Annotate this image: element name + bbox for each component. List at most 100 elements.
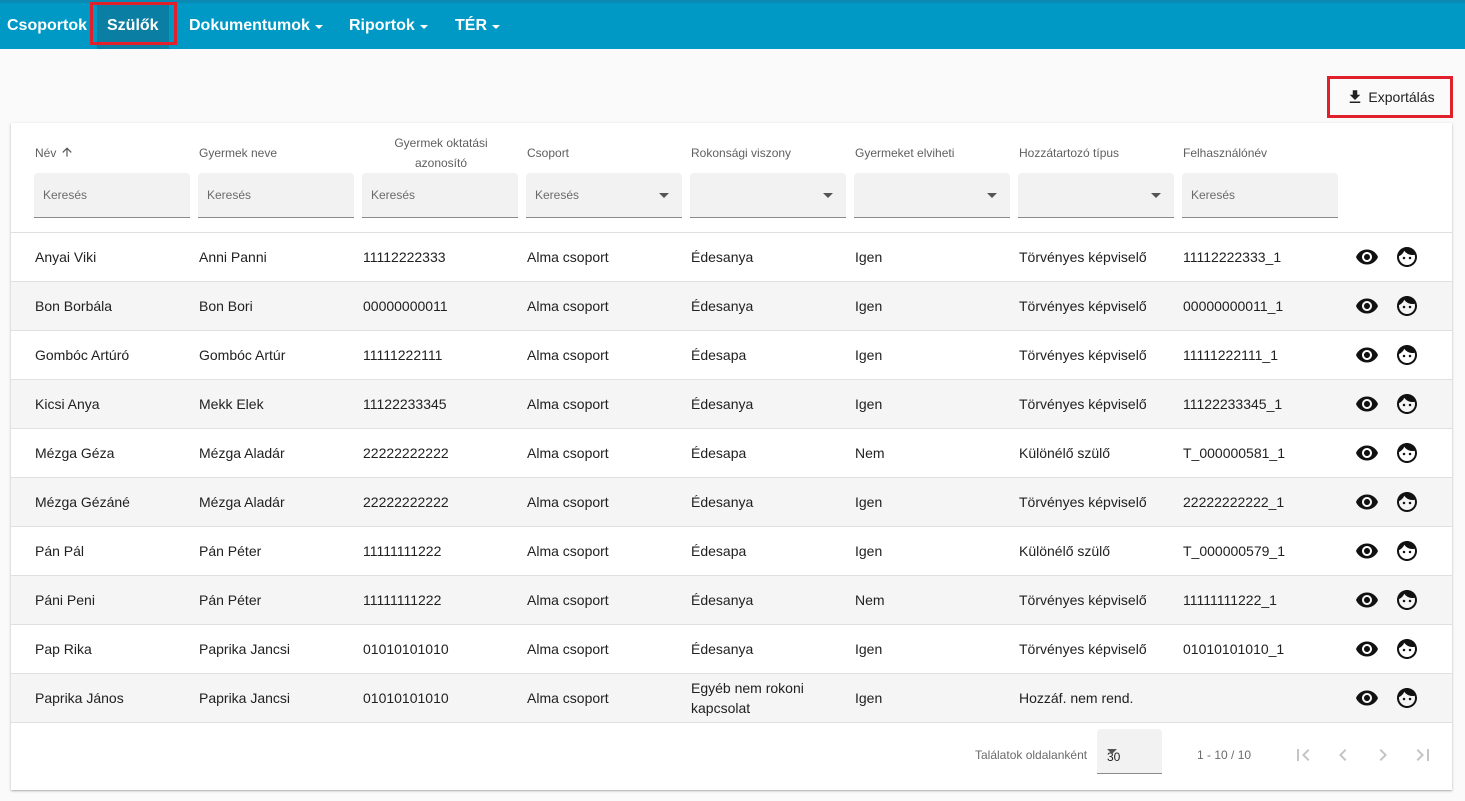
cell-rokonsagi-viszony: Édesapa (691, 445, 747, 461)
cell-rokonsagi-viszony: Édesanya (691, 641, 754, 657)
cell-hozzatartozo-tipus: Törvényes képviselő (1019, 396, 1147, 412)
cell-nev: Anyai Viki (35, 249, 97, 265)
filter-felhasznalonev-input[interactable] (1182, 173, 1338, 217)
eye-icon[interactable] (1355, 392, 1379, 416)
filter-gyermeket-elviheti-select[interactable] (854, 173, 1010, 218)
nav-item-riportok[interactable]: Riportok (339, 3, 438, 49)
filter-gyermek-neve-input[interactable] (198, 173, 354, 217)
face-icon[interactable] (1395, 637, 1419, 661)
filter-oktatasi-azonosito-input[interactable] (362, 173, 518, 217)
cell-felhasznalonev: 11111222111_1 (1183, 347, 1278, 363)
column-header-nev[interactable]: Név (35, 143, 74, 163)
cell-rokonsagi-viszony: Édesapa (691, 347, 747, 363)
column-header-csoport[interactable]: Csoport (527, 143, 569, 163)
nav-item-dokumentumok[interactable]: Dokumentumok (179, 3, 333, 49)
cell-oktatasi-azonosito: 22222222222 (363, 494, 449, 510)
filter-nev-input[interactable] (34, 173, 190, 217)
eye-icon[interactable] (1355, 686, 1379, 710)
eye-icon[interactable] (1355, 343, 1379, 367)
eye-icon[interactable] (1355, 539, 1379, 563)
cell-rokonsagi-viszony: Egyéb nem rokoni kapcsolat (691, 680, 804, 716)
cell-gyermek-neve: Anni Panni (199, 249, 267, 265)
filter-nev (34, 173, 190, 218)
cell-nev: Pap Rika (35, 641, 92, 657)
cell-hozzatartozo-tipus: Törvényes képviselő (1019, 249, 1147, 265)
cell-rokonsagi-viszony: Édesanya (691, 396, 754, 412)
dropdown-arrow-icon (1151, 193, 1161, 198)
face-icon[interactable] (1395, 441, 1419, 465)
cell-gyermek-neve: Bon Bori (199, 298, 253, 314)
face-icon[interactable] (1395, 245, 1419, 269)
next-page-icon[interactable] (1371, 743, 1395, 767)
cell-gyermeket-elviheti: Igen (855, 298, 883, 314)
column-header-rokonsagi-viszony[interactable]: Rokonsági viszony (691, 143, 791, 163)
column-header-oktatasi-azonosito[interactable]: Gyermek oktatási azonosító (363, 133, 519, 173)
cell-gyermek-neve: Mézga Aladár (199, 494, 285, 510)
cell-csoport: Alma csoport (527, 690, 609, 706)
cell-felhasznalonev: T_000000581_1 (1183, 445, 1285, 461)
cell-gyermeket-elviheti: Igen (855, 347, 883, 363)
filter-gyermek-neve (198, 173, 354, 218)
cell-gyermeket-elviheti: Igen (855, 690, 883, 706)
face-icon[interactable] (1395, 539, 1419, 563)
cell-felhasznalonev: T_000000579_1 (1183, 543, 1285, 559)
first-page-icon[interactable] (1291, 743, 1315, 767)
table-row[interactable]: Bon Borbála Bon Bori 00000000011 Alma csopo… (11, 282, 1452, 331)
face-icon[interactable] (1395, 588, 1419, 612)
table-row[interactable]: Mézga Géza Mézga Aladár 22222222222 Alma cs… (11, 429, 1452, 478)
filter-csoport-select[interactable]: Keresés (526, 173, 682, 218)
column-header-gyermek-neve[interactable]: Gyermek neve (199, 143, 277, 163)
table-row[interactable]: Mézga Gézáné Mézga Aladár 22222222222 Alma … (11, 478, 1452, 527)
nav-item-csoportok[interactable]: Csoportok (0, 3, 97, 49)
cell-felhasznalonev: 11112222333_1 (1183, 249, 1282, 265)
table-row[interactable]: Paprika János Paprika Jancsi 01010101010 Al… (11, 674, 1452, 723)
table-row[interactable]: Gombóc Artúró Gombóc Artúr 11111222111 Alma… (11, 331, 1452, 380)
eye-icon[interactable] (1355, 588, 1379, 612)
cell-felhasznalonev (1183, 674, 1333, 722)
cell-hozzatartozo-tipus: Különélő szülő (1019, 445, 1111, 461)
eye-icon[interactable] (1355, 441, 1379, 465)
face-icon[interactable] (1395, 294, 1419, 318)
eye-icon[interactable] (1355, 637, 1379, 661)
nav-item-ter[interactable]: TÉR (445, 3, 510, 49)
cell-rokonsagi-viszony: Édesanya (691, 298, 754, 314)
eye-icon[interactable] (1355, 490, 1379, 514)
cell-csoport: Alma csoport (527, 249, 609, 265)
column-header-hozzatartozo-tipus[interactable]: Hozzátartozó típus (1019, 143, 1119, 163)
table-row[interactable]: Anyai Viki Anni Panni 11112222333 Alma csop… (11, 233, 1452, 282)
cell-hozzatartozo-tipus: Hozzáf. nem rend. (1019, 690, 1134, 706)
cell-gyermeket-elviheti: Igen (855, 641, 883, 657)
cell-rokonsagi-viszony: Édesanya (691, 494, 754, 510)
cell-oktatasi-azonosito: 01010101010 (363, 641, 449, 657)
face-icon[interactable] (1395, 343, 1419, 367)
eye-icon[interactable] (1355, 245, 1379, 269)
face-icon[interactable] (1395, 686, 1419, 710)
cell-oktatasi-azonosito: 11111111222 (363, 543, 442, 559)
table-row[interactable]: Páni Peni Pán Péter 11111111222 Alma csopor… (11, 576, 1452, 625)
cell-felhasznalonev: 22222222222_1 (1183, 494, 1285, 510)
face-icon[interactable] (1395, 392, 1419, 416)
top-navbar: Csoportok Szülők Dokumentumok Riportok T… (0, 0, 1465, 49)
filter-oktatasi-azonosito (362, 173, 518, 218)
filter-rokonsagi-viszony-select[interactable] (690, 173, 846, 218)
table-row[interactable]: Pán Pál Pán Péter 11111111222 Alma csoport É… (11, 527, 1452, 576)
table-row[interactable]: Pap Rika Paprika Jancsi 01010101010 Alma cs… (11, 625, 1452, 674)
eye-icon[interactable] (1355, 294, 1379, 318)
cell-oktatasi-azonosito: 00000000011 (363, 298, 448, 314)
last-page-icon[interactable] (1411, 743, 1435, 767)
cell-csoport: Alma csoport (527, 396, 609, 412)
cell-felhasznalonev: 11111111222_1 (1183, 592, 1277, 608)
previous-page-icon[interactable] (1331, 743, 1355, 767)
cell-gyermek-neve: Mézga Aladár (199, 445, 285, 461)
per-page-select[interactable]: 30 (1097, 729, 1162, 774)
table-row[interactable]: Kicsi Anya Mekk Elek 11122233345 Alma csopo… (11, 380, 1452, 429)
cell-gyermeket-elviheti: Igen (855, 494, 883, 510)
face-icon[interactable] (1395, 490, 1419, 514)
column-header-gyermeket-elviheti[interactable]: Gyermeket elviheti (855, 143, 954, 163)
filter-hozzatartozo-tipus-select[interactable] (1018, 173, 1174, 218)
cell-nev: Páni Peni (35, 592, 95, 608)
cell-hozzatartozo-tipus: Törvényes képviselő (1019, 347, 1147, 363)
caret-down-icon (314, 25, 323, 29)
dropdown-arrow-icon (987, 193, 997, 198)
column-header-felhasznalonev[interactable]: Felhasználónév (1183, 143, 1267, 163)
